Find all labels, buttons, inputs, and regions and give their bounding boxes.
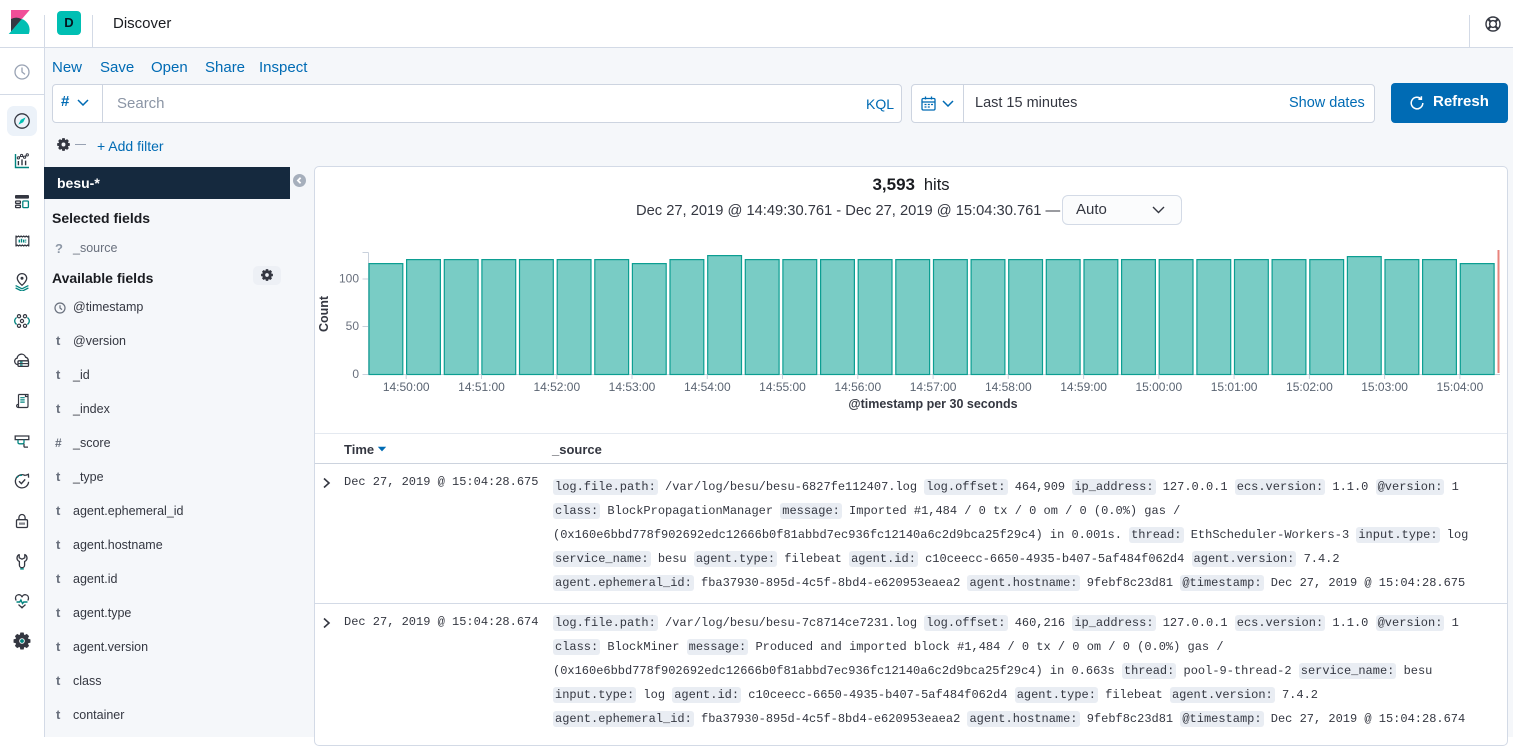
svg-text:14:53:00: 14:53:00 <box>609 380 656 394</box>
svg-text:14:51:00: 14:51:00 <box>458 380 505 394</box>
svg-text:15:01:00: 15:01:00 <box>1211 380 1258 394</box>
svg-text:50: 50 <box>346 319 360 333</box>
svg-text:@timestamp per 30 seconds: @timestamp per 30 seconds <box>848 397 1017 411</box>
svg-text:0: 0 <box>352 367 359 381</box>
svg-text:15:03:00: 15:03:00 <box>1361 380 1408 394</box>
svg-text:15:02:00: 15:02:00 <box>1286 380 1333 394</box>
svg-text:14:54:00: 14:54:00 <box>684 380 731 394</box>
svg-text:14:56:00: 14:56:00 <box>834 380 881 394</box>
svg-text:15:00:00: 15:00:00 <box>1135 380 1182 394</box>
svg-text:14:59:00: 14:59:00 <box>1060 380 1107 394</box>
svg-text:14:55:00: 14:55:00 <box>759 380 806 394</box>
svg-text:14:52:00: 14:52:00 <box>533 380 580 394</box>
svg-text:14:50:00: 14:50:00 <box>383 380 430 394</box>
svg-text:Count: Count <box>317 295 331 332</box>
svg-text:15:04:00: 15:04:00 <box>1437 380 1484 394</box>
svg-text:14:58:00: 14:58:00 <box>985 380 1032 394</box>
svg-text:100: 100 <box>339 272 359 286</box>
svg-text:14:57:00: 14:57:00 <box>910 380 957 394</box>
